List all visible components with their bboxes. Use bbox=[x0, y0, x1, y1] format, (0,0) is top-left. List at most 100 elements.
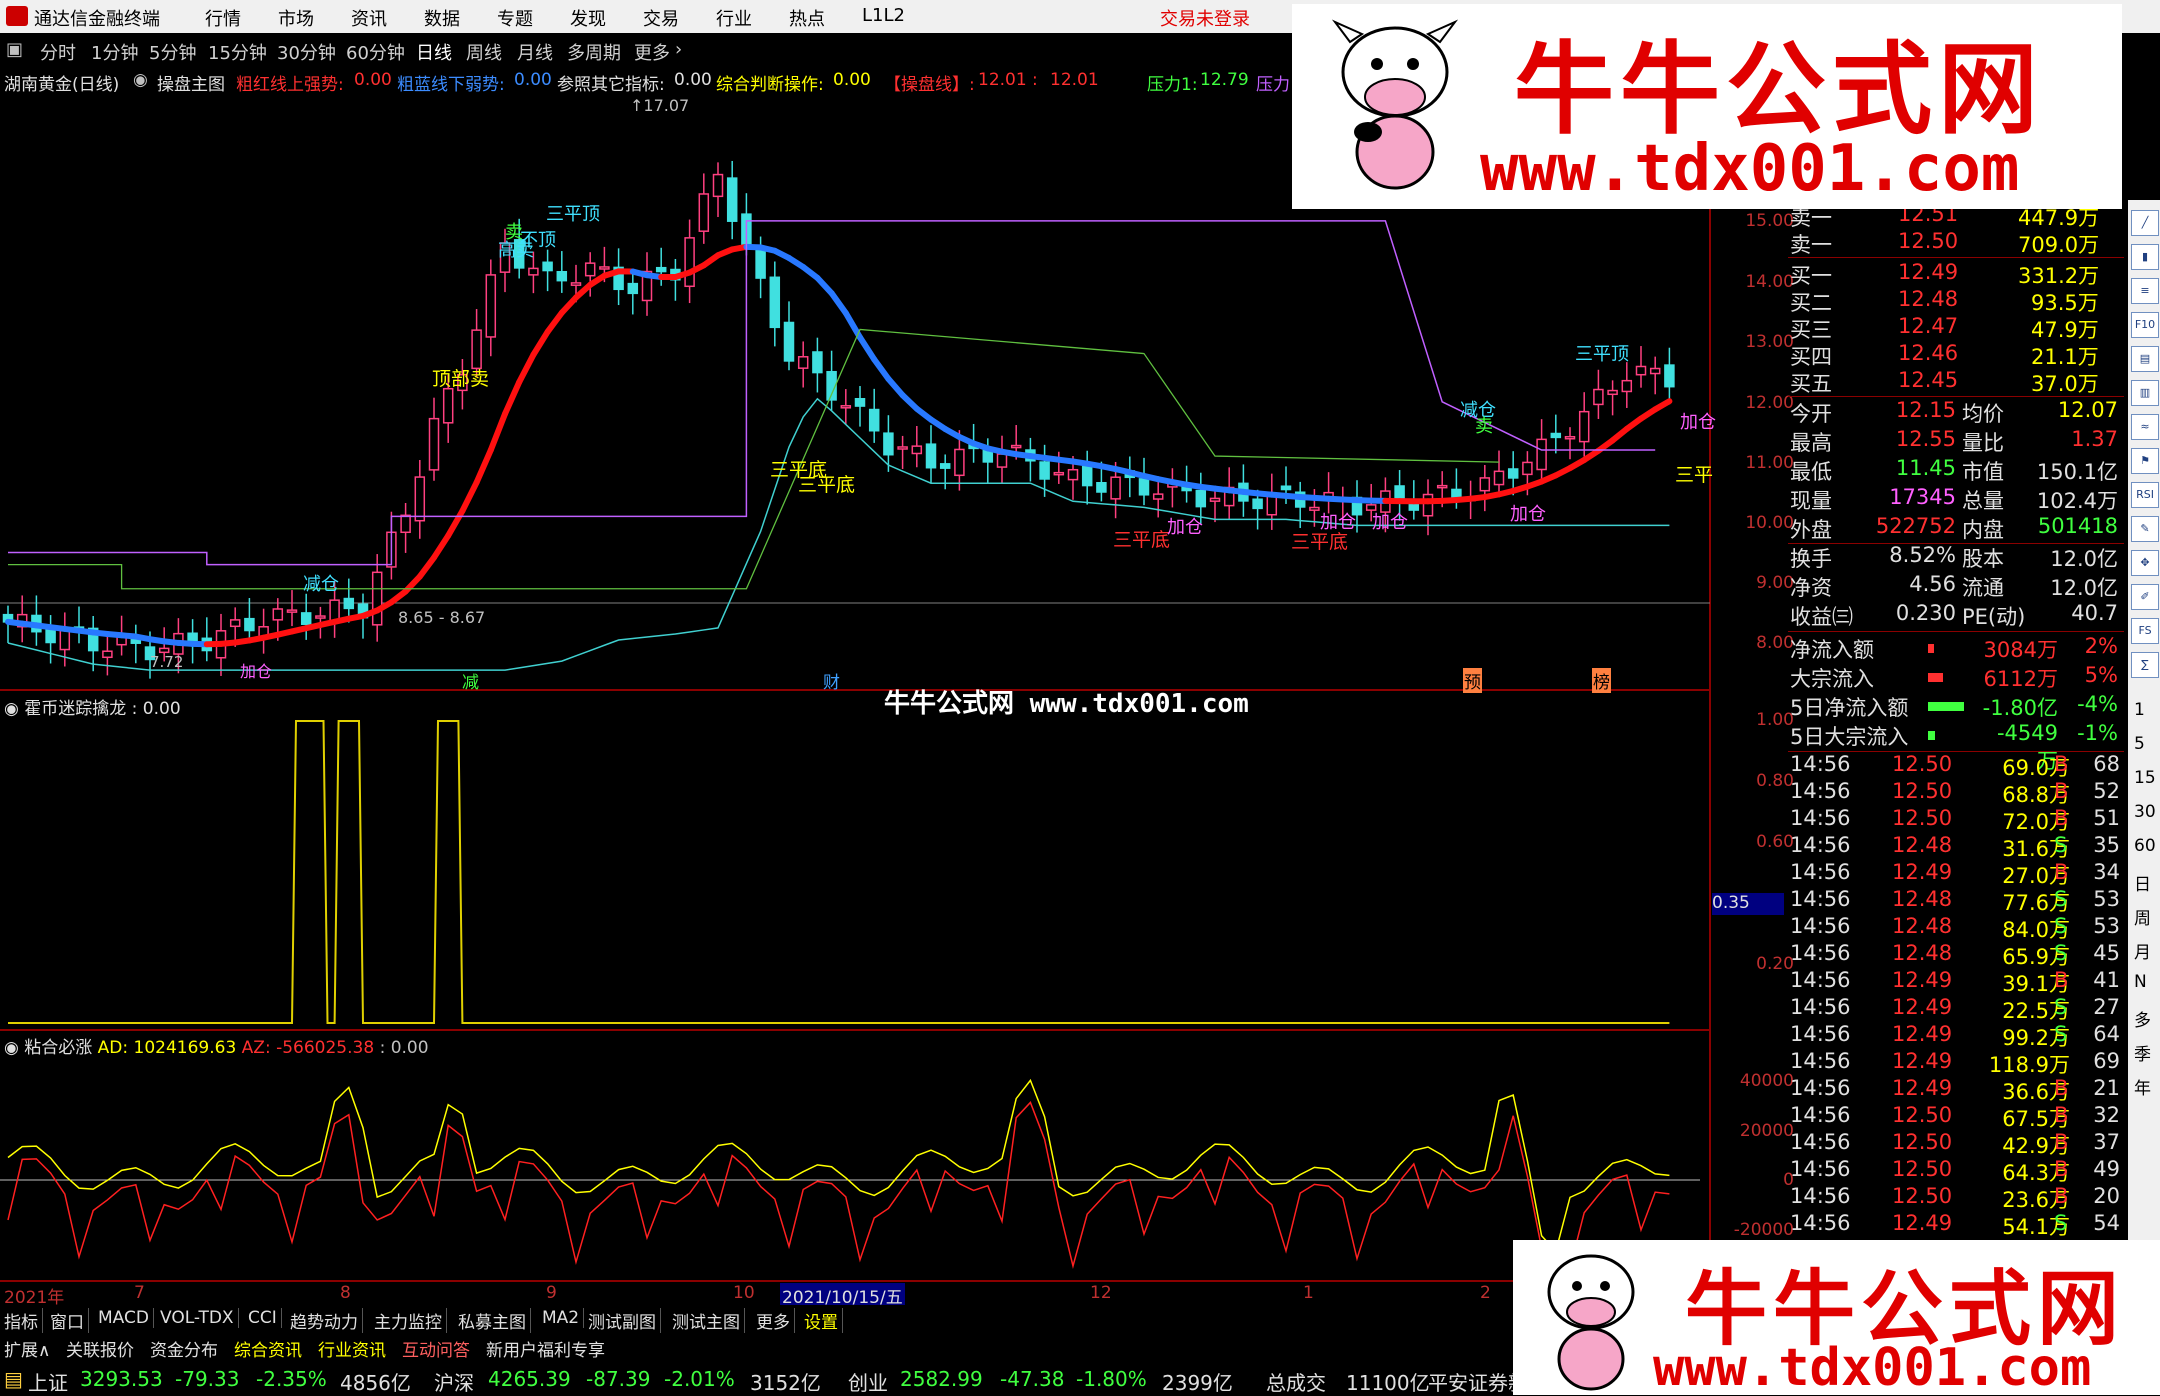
period-shortcut[interactable]: 1 bbox=[2134, 700, 2145, 720]
index-name[interactable]: 上证 bbox=[28, 1367, 68, 1396]
tab-private[interactable]: 私募主图 bbox=[458, 1308, 531, 1333]
period-shortcut[interactable]: 年 bbox=[2134, 1074, 2151, 1099]
sub1-title[interactable]: 霍币迷踪擒龙 bbox=[24, 699, 126, 719]
f10-icon[interactable]: F10 bbox=[2131, 312, 2159, 338]
candle-body bbox=[1069, 470, 1078, 480]
chart-icon[interactable]: ▥ bbox=[2131, 380, 2159, 406]
move-icon[interactable]: ✥ bbox=[2131, 550, 2159, 576]
tick-row[interactable]: 14:5612.5069.0万B68 bbox=[1788, 752, 2124, 779]
doc-icon[interactable]: ▤ bbox=[2131, 346, 2159, 372]
stat-row: 现量17345总量102.4万 bbox=[1788, 485, 2124, 513]
tick-row[interactable]: 14:5612.5072.0万B51 bbox=[1788, 806, 2124, 833]
tick-count: 34 bbox=[2078, 860, 2120, 884]
tab-test-sub[interactable]: 测试副图 bbox=[588, 1308, 661, 1333]
rsi-icon[interactable]: RSI bbox=[2131, 482, 2159, 508]
tab-indicator[interactable]: 指标 bbox=[4, 1308, 43, 1333]
tick-row[interactable]: 14:5612.5064.3万B49 bbox=[1788, 1157, 2124, 1184]
tab-macd[interactable]: MACD bbox=[98, 1308, 154, 1328]
stat-label: 均价 bbox=[1962, 398, 2004, 428]
tab-trend[interactable]: 趋势动力 bbox=[290, 1308, 363, 1333]
stat-label: 收益㈢ bbox=[1790, 601, 1853, 631]
tick-row[interactable]: 14:5612.4865.9万S45 bbox=[1788, 941, 2124, 968]
period-shortcut[interactable]: 60 bbox=[2134, 836, 2156, 856]
tick-price: 12.50 bbox=[1892, 1130, 1952, 1154]
index-name[interactable]: 沪深 bbox=[434, 1367, 474, 1396]
index-name[interactable]: 创业 bbox=[848, 1367, 888, 1396]
y-tick: 0.80 bbox=[1744, 771, 1794, 791]
tick-row[interactable]: 14:5612.4884.0万S53 bbox=[1788, 914, 2124, 941]
info-tabs: 扩展∧ 关联报价 资金分布 综合资讯 行业资讯 互动问答 新用户福利专享 bbox=[0, 1333, 1520, 1361]
time-tick: 9 bbox=[546, 1283, 557, 1303]
tab-industry-news[interactable]: 行业资讯 bbox=[318, 1336, 386, 1361]
tick-price: 12.50 bbox=[1892, 1103, 1952, 1127]
sub2-title[interactable]: 粘合必涨 bbox=[24, 1038, 92, 1058]
tab-related-quote[interactable]: 关联报价 bbox=[66, 1336, 134, 1361]
tick-row[interactable]: 14:5612.4922.5万S27 bbox=[1788, 995, 2124, 1022]
time-axis: 2021年 7 8 9 10 2021/10/15/五 12 1 2 bbox=[0, 1282, 1700, 1304]
flag-icon[interactable]: ⚑ bbox=[2131, 448, 2159, 474]
tick-row[interactable]: 14:5612.4936.6万B21 bbox=[1788, 1076, 2124, 1103]
period-shortcut[interactable]: N bbox=[2134, 972, 2147, 992]
tab-news[interactable]: 综合资讯 bbox=[234, 1336, 302, 1361]
tick-side: S bbox=[2054, 1211, 2067, 1235]
tab-test-main[interactable]: 测试主图 bbox=[672, 1308, 745, 1333]
tick-side: S bbox=[2054, 914, 2067, 938]
flow-icon[interactable]: ≈ bbox=[2131, 414, 2159, 440]
event-marker[interactable]: 预 bbox=[1463, 668, 1482, 693]
tab-new-user[interactable]: 新用户福利专享 bbox=[486, 1336, 605, 1361]
tick-row[interactable]: 14:5612.5067.5万B32 bbox=[1788, 1103, 2124, 1130]
kline-icon[interactable]: ▮ bbox=[2131, 244, 2159, 270]
event-marker[interactable]: 榜 bbox=[1592, 668, 1611, 693]
ask-row[interactable]: 卖一12.50709.0万 bbox=[1788, 229, 2118, 256]
tab-cci[interactable]: CCI bbox=[248, 1308, 282, 1328]
tab-more[interactable]: 更多 bbox=[756, 1308, 795, 1333]
bid-row[interactable]: 买二12.4893.5万 bbox=[1788, 287, 2118, 314]
period-shortcut[interactable]: 多 bbox=[2134, 1006, 2151, 1031]
tab-fund-distribution[interactable]: 资金分布 bbox=[150, 1336, 218, 1361]
period-shortcut[interactable]: 5 bbox=[2134, 734, 2145, 754]
bid-row[interactable]: 买四12.4621.1万 bbox=[1788, 341, 2118, 368]
tab-ma2[interactable]: MA2 bbox=[542, 1308, 584, 1328]
tick-row[interactable]: 14:5612.4999.2万S64 bbox=[1788, 1022, 2124, 1049]
tick-side: S bbox=[2054, 1022, 2067, 1046]
period-shortcut[interactable]: 季 bbox=[2134, 1040, 2151, 1065]
tick-row[interactable]: 14:5612.4954.1万S54 bbox=[1788, 1211, 2124, 1238]
trend-icon[interactable]: ╱ bbox=[2131, 210, 2159, 236]
indicator-toggle-icon[interactable]: ◉ bbox=[4, 1038, 19, 1058]
event-marker[interactable]: 减 bbox=[462, 668, 479, 693]
bid-row[interactable]: 买三12.4747.9万 bbox=[1788, 314, 2118, 341]
period-shortcut[interactable]: 30 bbox=[2134, 802, 2156, 822]
tab-window[interactable]: 窗口 bbox=[50, 1308, 89, 1333]
candle-body bbox=[1253, 499, 1262, 508]
list-icon[interactable]: ≡ bbox=[2131, 278, 2159, 304]
period-shortcut[interactable]: 周 bbox=[2134, 904, 2151, 929]
period-shortcut[interactable]: 日 bbox=[2134, 870, 2151, 895]
tools-icon[interactable]: ✎ bbox=[2131, 516, 2159, 542]
tick-row[interactable]: 14:5612.4939.1万B41 bbox=[1788, 968, 2124, 995]
tick-row[interactable]: 14:5612.5068.8万B52 bbox=[1788, 779, 2124, 806]
pen-icon[interactable]: ✐ bbox=[2131, 584, 2159, 610]
tab-settings[interactable]: 设置 bbox=[804, 1308, 843, 1333]
tick-row[interactable]: 14:5612.4831.6万S35 bbox=[1788, 833, 2124, 860]
stat-value: 501418 bbox=[2028, 514, 2118, 538]
index-icon[interactable]: ▤ bbox=[4, 1367, 23, 1391]
period-shortcut[interactable]: 15 bbox=[2134, 768, 2156, 788]
period-shortcut[interactable]: 月 bbox=[2134, 938, 2151, 963]
tab-main-monitor[interactable]: 主力监控 bbox=[374, 1308, 447, 1333]
event-marker[interactable]: 财 bbox=[823, 668, 840, 693]
tab-qa[interactable]: 互动问答 bbox=[402, 1336, 470, 1361]
fs-icon[interactable]: FS bbox=[2131, 618, 2159, 644]
bid-row[interactable]: 买一12.49331.2万 bbox=[1788, 260, 2118, 287]
tick-row[interactable]: 14:5612.5042.9万B37 bbox=[1788, 1130, 2124, 1157]
tick-row[interactable]: 14:5612.49118.9万69 bbox=[1788, 1049, 2124, 1076]
tick-row[interactable]: 14:5612.4877.6万S53 bbox=[1788, 887, 2124, 914]
ad-value: 1024169.63 bbox=[134, 1038, 237, 1058]
bid-row[interactable]: 买五12.4537.0万 bbox=[1788, 368, 2118, 395]
tick-row[interactable]: 14:5612.4927.0万B34 bbox=[1788, 860, 2124, 887]
flow-label: 净流入额 bbox=[1790, 634, 1874, 664]
indicator-toggle-icon[interactable]: ◉ bbox=[4, 699, 19, 719]
tab-expand[interactable]: 扩展∧ bbox=[4, 1336, 50, 1361]
tab-vol-tdx[interactable]: VOL-TDX bbox=[160, 1308, 239, 1328]
sym-icon[interactable]: ∑ bbox=[2131, 652, 2159, 678]
tick-row[interactable]: 14:5612.5023.6万B20 bbox=[1788, 1184, 2124, 1211]
